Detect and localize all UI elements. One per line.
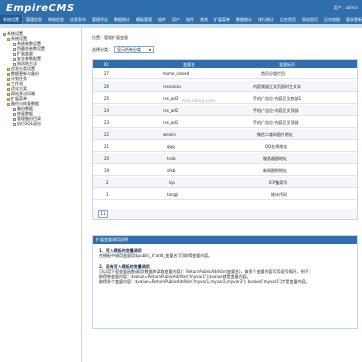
- table-row[interactable]: 1 tongji 统计代码: [93, 189, 357, 200]
- usage-text-4: 取得多个变量内容：$value=ReturnPublicAddVar('myva…: [99, 279, 310, 284]
- cell-desc: 统计代码: [271, 192, 287, 197]
- cell-id: 19: [104, 168, 110, 173]
- tab-manage-comments[interactable]: 管理评论: [89, 15, 111, 24]
- tab-admin-map[interactable]: 后台地图: [321, 15, 343, 24]
- usage-text-1: 在模板中调用变量用$public_r['add_变量名']可取得变量内容。: [99, 253, 213, 258]
- table-row[interactable]: 24 rss_ad2 手机广告位-内容正文顶部: [93, 105, 357, 116]
- tab-review-info[interactable]: 审核信息: [45, 15, 67, 24]
- tree-label: 执行SQL语句: [17, 121, 41, 126]
- tab-users[interactable]: 用户: [169, 15, 183, 24]
- table-header: ID 变量名 变量标识: [93, 60, 357, 68]
- category-filter: 选择分类： 显示所有分类 ▼: [92, 46, 154, 53]
- table-row[interactable]: 23 rss_ad1 手机广告位-内容正文顶部: [93, 117, 357, 128]
- cell-desc: QQ在线地址: [265, 144, 288, 149]
- watermark-text: moyublog.com: [182, 98, 216, 103]
- tab-extend-menu[interactable]: 扩展菜单: [211, 15, 233, 24]
- cell-desc: 服务器图地址: [263, 156, 287, 161]
- tab-system-settings[interactable]: 系统设置: [0, 15, 22, 24]
- cell-desc: 微信二维码图片地址: [257, 132, 293, 137]
- tab-manage-info[interactable]: 管理信息: [23, 15, 45, 24]
- cell-id: 1: [106, 192, 109, 197]
- cell-desc: 手机广告位-内容正文顶部: [253, 120, 299, 125]
- folder-icon: [3, 32, 6, 36]
- tree-node-run-sql[interactable]: 执行SQL语句: [13, 121, 41, 126]
- page-number[interactable]: 11: [98, 210, 108, 218]
- cell-name: rss_ad3: [163, 96, 179, 101]
- cell-id: 26: [104, 84, 110, 89]
- breadcrumb: 位置：管理扩展变量: [92, 35, 128, 40]
- cell-desc: 首页分类栏目: [261, 71, 285, 76]
- filter-label: 选择分类：: [92, 46, 112, 52]
- tab-other[interactable]: 其他: [197, 15, 211, 24]
- tab-stats[interactable]: 数据统计: [111, 15, 133, 24]
- cell-name: qqq: [167, 144, 175, 149]
- cell-desc: ICP备案号: [269, 180, 288, 185]
- tab-plugins[interactable]: 插件: [155, 15, 169, 24]
- cell-name: weixin: [163, 132, 176, 137]
- cell-name: rss_ad2: [163, 108, 179, 113]
- cell-id: 21: [104, 144, 110, 149]
- main-content: 位置：管理扩展变量 选择分类： 显示所有分类 ▼ ID 变量名 变量标识 27 …: [84, 28, 362, 362]
- cell-name: sfxb: [167, 168, 176, 173]
- folder-icon: [7, 37, 10, 41]
- tab-site-home[interactable]: 网站首页: [299, 15, 321, 24]
- tab-ranking[interactable]: 排行统计: [255, 15, 277, 24]
- table-row[interactable]: 22 weixin 微信二维码图片地址: [93, 129, 357, 140]
- tab-templates[interactable]: 模板管理: [133, 15, 155, 24]
- cell-desc: 新闻图附地址: [263, 168, 287, 173]
- cell-id: 24: [104, 108, 110, 113]
- category-select-value: 显示所有分类: [117, 47, 141, 52]
- table-row[interactable]: 27 home_closed 首页分类栏目: [93, 68, 357, 79]
- usage-info-panel: 扩展变量调用说明 1、写入模板的变量调用 在模板中调用变量用$public_r[…: [92, 235, 358, 329]
- folder-icon: [7, 102, 10, 106]
- cell-desc: 手机广告位-内容正文顶部: [253, 108, 299, 113]
- cell-name: rssnanzu: [163, 84, 181, 89]
- category-select[interactable]: 显示所有分类 ▼: [114, 46, 154, 53]
- cell-name: icp: [169, 180, 175, 185]
- column-header-id: ID: [104, 62, 109, 67]
- cell-desc: 手机广告位-内容正文底部2: [253, 96, 301, 101]
- usage-info-title: 扩展变量调用说明: [93, 236, 357, 244]
- cell-id: 22: [104, 132, 110, 137]
- tab-version-update[interactable]: 版本更新: [343, 15, 362, 24]
- table-row[interactable]: 21 qqq QQ在线地址: [93, 141, 357, 152]
- tab-admin-home[interactable]: 后台首页: [277, 15, 299, 24]
- user-info: 用户：admin: [333, 5, 358, 10]
- tab-publish-info[interactable]: 信息发布: [67, 15, 89, 24]
- table-row[interactable]: 25 rss_ad3 手机广告位-内容正文底部2: [93, 93, 357, 104]
- cell-name: home_closed: [163, 71, 190, 76]
- cell-id: 20: [104, 156, 110, 161]
- tab-data-stats[interactable]: 数据统计: [233, 15, 255, 24]
- cell-desc: 内容频道正文页面时主文本: [253, 84, 301, 89]
- table-row[interactable]: 2 icp ICP备案号: [93, 177, 357, 188]
- table-row[interactable]: 20 tcvb 服务器图地址: [93, 153, 357, 164]
- document-icon: [13, 122, 16, 126]
- table-row[interactable]: 26 rssnanzu 内容频道正文页面时主文本: [93, 81, 357, 92]
- cell-name: tcvb: [167, 156, 176, 161]
- cell-id: 2: [106, 180, 109, 185]
- usage-info-body: 1、写入模板的变量调用 在模板中调用变量用$public_r['add_变量名'…: [99, 248, 353, 284]
- cell-name: tongji: [167, 192, 179, 197]
- empirecms-logo[interactable]: EmpireCMS: [6, 3, 75, 14]
- chevron-down-icon: ▼: [148, 48, 151, 52]
- table-footer: 11: [93, 209, 357, 219]
- variables-table: ID 变量名 变量标识 27 home_closed 首页分类栏目 26 rss…: [92, 59, 358, 220]
- cell-id: 23: [104, 120, 110, 125]
- sidebar-tree: 系统设置 系统设置 系统参数设置 伪静态参数设置 扩展变量 安全参数配置 网站地…: [0, 28, 82, 362]
- app-header: EmpireCMS 用户：admin 系统设置 管理信息 审核信息 信息发布 管…: [0, 0, 362, 24]
- cell-id: 25: [104, 96, 110, 101]
- tab-plugins-2[interactable]: 插件: [183, 15, 197, 24]
- cell-name: rss_ad1: [163, 120, 179, 125]
- table-row[interactable]: 19 sfxb 新闻图附地址: [93, 165, 357, 176]
- cell-id: 27: [104, 71, 110, 76]
- top-nav: 系统设置 管理信息 审核信息 信息发布 管理评论 数据统计 模板管理 插件 用户…: [0, 15, 362, 24]
